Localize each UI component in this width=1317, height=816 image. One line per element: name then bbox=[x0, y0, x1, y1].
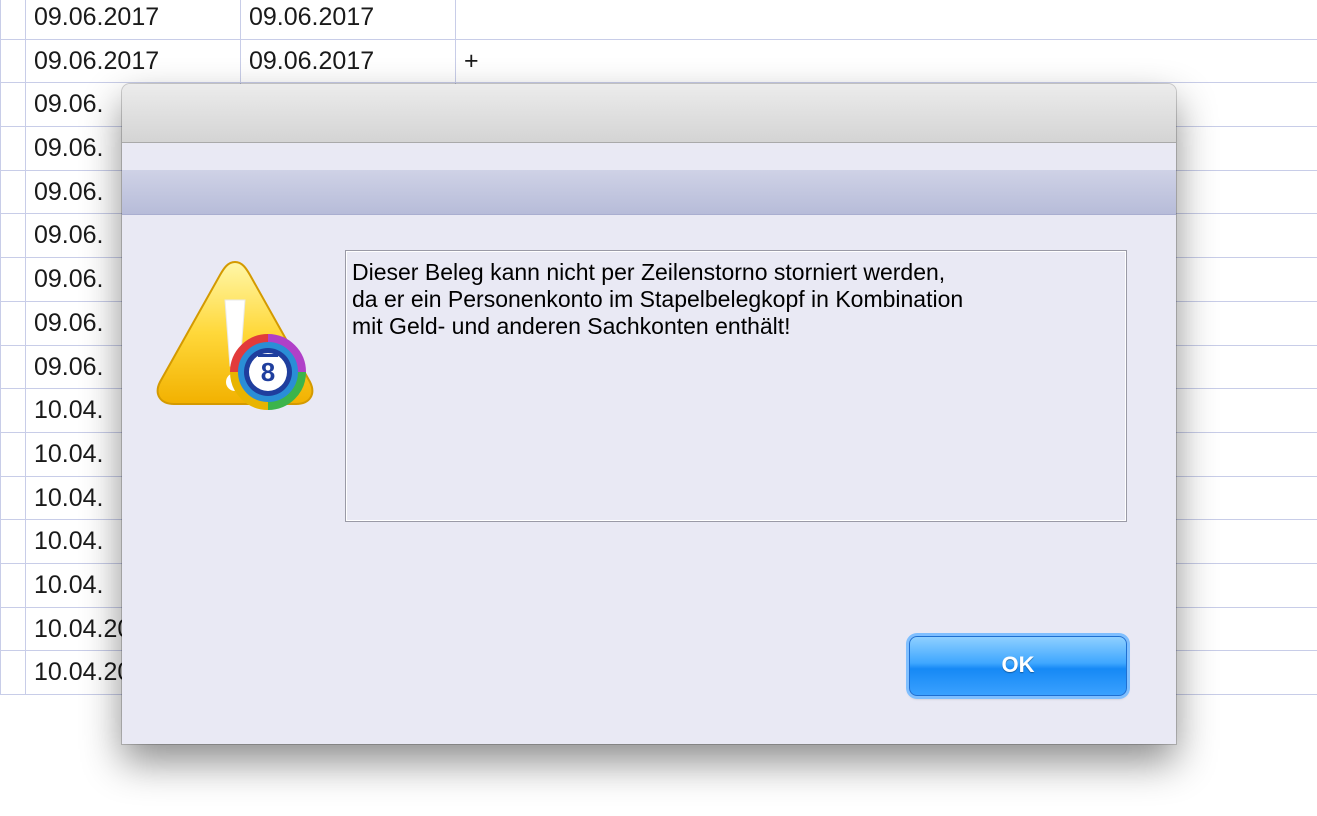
message-line: mit Geld- und anderen Sachkonten enthält… bbox=[352, 313, 791, 339]
table-cell: 09.06.2017 bbox=[25, 0, 240, 39]
row-gutter bbox=[0, 432, 25, 476]
row-gutter bbox=[0, 0, 25, 39]
ok-button[interactable]: OK bbox=[909, 636, 1127, 696]
warning-icon: 8 bbox=[150, 254, 320, 424]
message-line: Dieser Beleg kann nicht per Zeilenstorno… bbox=[352, 259, 946, 285]
row-gutter bbox=[0, 520, 25, 563]
row-gutter bbox=[0, 476, 25, 520]
row-gutter bbox=[0, 258, 25, 301]
table-row[interactable]: 09.06.2017 09.06.2017 + bbox=[0, 39, 1317, 84]
table-cell: + bbox=[455, 39, 1317, 83]
dialog-titlebar[interactable] bbox=[122, 84, 1176, 143]
row-gutter bbox=[0, 389, 25, 432]
row-gutter bbox=[0, 214, 25, 258]
row-gutter bbox=[0, 607, 25, 651]
message-line: da er ein Personenkonto im Stapelbelegko… bbox=[352, 286, 964, 312]
table-cell: 09.06.2017 bbox=[240, 0, 455, 39]
alert-dialog: 8 Dieser Beleg kann nicht per Zeilenstor… bbox=[122, 84, 1176, 744]
table-cell: 09.06.2017 bbox=[240, 39, 455, 83]
row-gutter bbox=[0, 345, 25, 389]
table-cell bbox=[455, 0, 1317, 39]
table-cell: 09.06.2017 bbox=[25, 39, 240, 83]
message-box: Dieser Beleg kann nicht per Zeilenstorno… bbox=[345, 250, 1127, 522]
row-gutter bbox=[0, 563, 25, 607]
row-gutter bbox=[0, 39, 25, 83]
row-gutter bbox=[0, 127, 25, 170]
table-row[interactable]: 09.06.2017 09.06.2017 bbox=[0, 0, 1317, 40]
screen: 09.06.2017 09.06.2017 09.06.2017 09.06.2017… bbox=[0, 0, 1317, 816]
svg-text:8: 8 bbox=[261, 357, 275, 387]
row-gutter bbox=[0, 170, 25, 214]
row-gutter bbox=[0, 651, 25, 694]
dialog-header-band bbox=[122, 170, 1176, 215]
row-gutter bbox=[0, 83, 25, 127]
row-gutter bbox=[0, 301, 25, 345]
